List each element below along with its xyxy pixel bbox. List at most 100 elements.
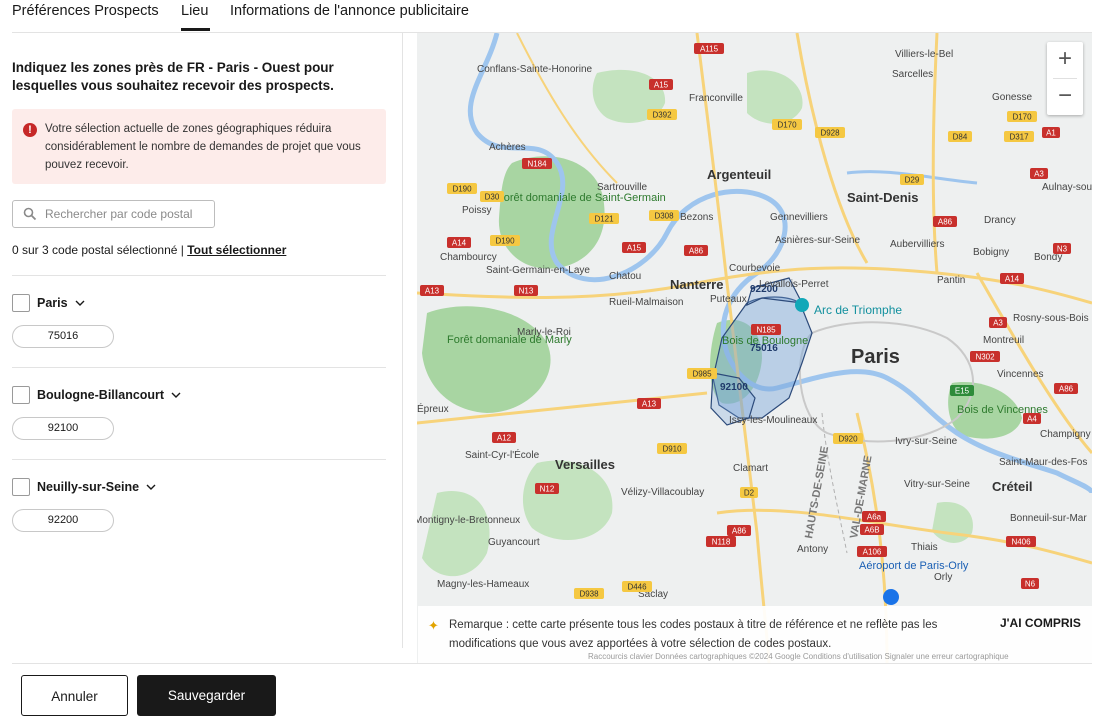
panel-divider: [402, 33, 403, 648]
road-shield-label: D446: [627, 583, 647, 592]
cancel-button[interactable]: Annuler: [21, 675, 128, 716]
town-label: Levallois-Perret: [759, 279, 829, 290]
map-label-argenteuil: Argenteuil: [707, 167, 771, 182]
road-shield-label: D308: [654, 212, 674, 221]
road-shield-label: D29: [905, 176, 920, 185]
town-label: Vélizy-Villacoublay: [621, 487, 704, 498]
group-boulogne[interactable]: Boulogne-Billancourt: [12, 385, 181, 405]
chevron-down-icon[interactable]: [75, 298, 85, 308]
footer-divider: [12, 663, 1092, 664]
road-shield-label: D985: [692, 370, 712, 379]
town-label: Antony: [797, 544, 828, 555]
chevron-down-icon[interactable]: [146, 482, 156, 492]
group-neuilly[interactable]: Neuilly-sur-Seine: [12, 477, 156, 497]
town-label: Marly-le-Roi: [517, 327, 571, 338]
chevron-down-icon[interactable]: [171, 390, 181, 400]
town-label: Conflans-Sainte-Honorine: [477, 64, 593, 75]
town-label: Orly: [934, 572, 952, 583]
zone-label-92100: 92100: [720, 382, 748, 393]
group-checkbox[interactable]: [12, 386, 30, 404]
road-shield-label: D920: [838, 435, 858, 444]
search-input[interactable]: [45, 205, 210, 223]
road-shield-label: E15: [955, 387, 970, 396]
zoom-out-button[interactable]: −: [1047, 79, 1083, 115]
selection-counter: 0 sur 3 code postal sélectionné | Tout s…: [12, 243, 286, 257]
town-label: Franconville: [689, 93, 743, 104]
group-checkbox[interactable]: [12, 294, 30, 312]
road-shield-label: N302: [975, 353, 995, 362]
group-paris[interactable]: Paris: [12, 293, 85, 313]
map-note-text: Remarque : cette carte présente tous les…: [449, 619, 938, 650]
map-label-versailles: Versailles: [555, 457, 615, 472]
town-label: Épreux: [417, 402, 449, 415]
town-label: Pantin: [937, 275, 965, 286]
road-shield-label: D30: [485, 193, 500, 202]
road-shield-label: A115: [700, 45, 719, 54]
town-label: Chambourcy: [440, 252, 497, 263]
road-shield-label: D190: [452, 185, 472, 194]
town-label: Villiers-le-Bel: [895, 49, 953, 60]
select-all-link[interactable]: Tout sélectionner: [187, 243, 286, 257]
road-shield-label: A3: [993, 319, 1003, 328]
road-shield-label: A13: [425, 287, 440, 296]
town-label: Saint-Cyr-l'École: [465, 448, 540, 461]
map-note: ✦ Remarque : cette carte présente tous l…: [418, 606, 1092, 663]
town-label: Rueil-Malmaison: [609, 297, 683, 308]
zone-label-75016: 75016: [750, 343, 778, 354]
road-shield-label: N12: [540, 485, 555, 494]
town-label: Courbevoie: [729, 263, 781, 274]
tab-bar: Préférences Prospects Lieu Informations …: [0, 0, 1107, 32]
map-label-aeroport: Aéroport de Paris-Orly: [859, 560, 969, 572]
town-label: Rosny-sous-Bois: [1013, 313, 1089, 324]
road-shield-label: D317: [1009, 133, 1029, 142]
road-shield-label: A86: [732, 527, 747, 536]
group-checkbox[interactable]: [12, 478, 30, 496]
road-shield-label: A14: [1005, 275, 1020, 284]
town-label: Magny-les-Hameaux: [437, 579, 529, 590]
acknowledge-button[interactable]: J'AI COMPRIS: [1000, 616, 1081, 630]
map-label-foret-st-germain: Forêt domaniale de Saint-Germain: [497, 192, 666, 204]
postal-code-search[interactable]: [12, 200, 215, 228]
group-label: Paris: [37, 296, 68, 310]
road-shield-label: A3: [1034, 170, 1044, 179]
airport-marker-icon[interactable]: [883, 589, 899, 605]
road-shield-label: D392: [652, 111, 672, 120]
tab-preferences[interactable]: Préférences Prospects: [12, 3, 159, 19]
town-label: Drancy: [984, 215, 1016, 226]
road-shield-label: A15: [627, 244, 642, 253]
counter-text: 0 sur 3 code postal sélectionné |: [12, 243, 188, 257]
group-divider: [12, 459, 386, 460]
postal-code-chip[interactable]: 75016: [12, 325, 114, 348]
road-shield-label: D84: [953, 133, 968, 142]
sparkle-icon: ✦: [428, 618, 439, 633]
road-shield-label: N118: [712, 538, 731, 547]
town-label: Champigny: [1040, 429, 1091, 440]
save-button[interactable]: Sauvegarder: [137, 675, 276, 716]
road-shield-label: D910: [662, 445, 682, 454]
road-shield-label: A15: [654, 81, 669, 90]
zoom-in-button[interactable]: +: [1047, 42, 1083, 78]
map-label-creteil: Créteil: [992, 479, 1032, 494]
road-shield-label: N13: [519, 287, 534, 296]
arc-marker-icon[interactable]: [795, 298, 809, 312]
page-heading: Indiquez les zones près de FR - Paris - …: [12, 60, 334, 93]
postal-code-chip[interactable]: 92100: [12, 417, 114, 440]
tab-ad-info[interactable]: Informations de l'annonce publicitaire: [230, 3, 469, 19]
map-label-nanterre: Nanterre: [670, 277, 723, 292]
postal-code-chip[interactable]: 92200: [12, 509, 114, 532]
town-label: Asnières-sur-Seine: [775, 235, 860, 246]
town-label: Aulnay-sous-B: [1042, 182, 1092, 193]
road-shield-label: D2: [744, 489, 755, 498]
road-shield-label: A86: [689, 247, 704, 256]
group-label: Boulogne-Billancourt: [37, 388, 165, 402]
town-label: Poissy: [462, 205, 491, 216]
tab-lieu[interactable]: Lieu: [181, 3, 208, 19]
town-label: Guyancourt: [488, 537, 540, 548]
map-canvas[interactable]: Paris Nanterre Versailles Argenteuil Sai…: [417, 33, 1092, 663]
map-view[interactable]: Paris Nanterre Versailles Argenteuil Sai…: [417, 33, 1092, 663]
road-shield-label: D170: [1012, 113, 1032, 122]
road-shield-label: A86: [938, 218, 953, 227]
road-shield-label: A6B: [864, 526, 879, 535]
map-attribution[interactable]: Raccourcis clavier Données cartographiqu…: [588, 652, 1009, 661]
town-label: Sarcelles: [892, 69, 933, 80]
